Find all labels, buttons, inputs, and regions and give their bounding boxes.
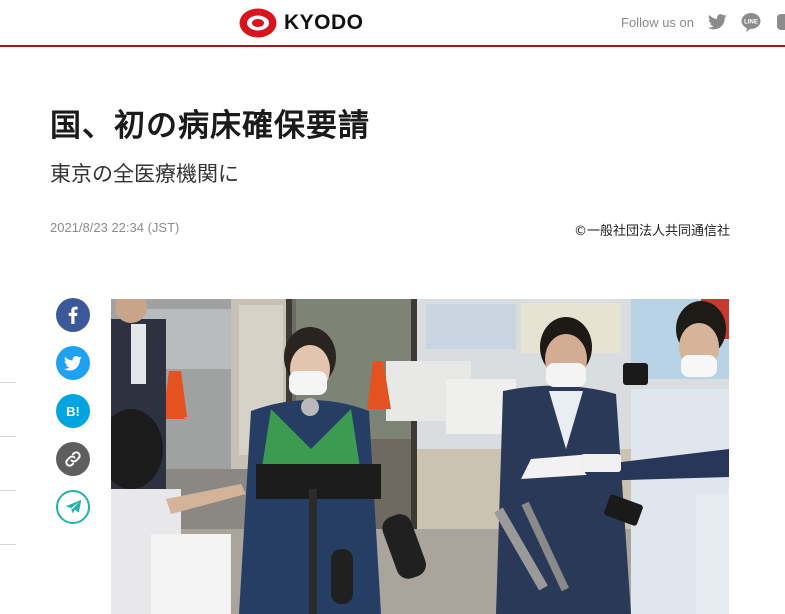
gutter-divider	[0, 544, 16, 545]
facebook-icon	[68, 306, 78, 324]
article-datetime: 2021/8/23 22:34 (JST)	[50, 220, 180, 235]
link-icon	[65, 451, 81, 467]
header-rule	[0, 45, 785, 47]
line-icon[interactable]: LINE	[741, 12, 761, 32]
svg-text:LINE: LINE	[744, 20, 758, 26]
save-icon	[65, 499, 81, 514]
share-twitter-button[interactable]	[56, 346, 90, 380]
gutter-divider	[0, 436, 16, 437]
kyodo-logo-mark	[239, 8, 277, 38]
logo-text: KYODO	[284, 11, 364, 34]
twitter-icon[interactable]	[708, 14, 727, 30]
follow-bar: Follow us on LINE	[621, 10, 785, 34]
gutter-divider	[0, 382, 16, 383]
kyodo-logo[interactable]: KYODO	[239, 8, 364, 38]
site-header: KYODO Follow us on LINE	[0, 0, 785, 45]
twitter-icon	[64, 355, 82, 370]
copy-link-button[interactable]	[56, 442, 90, 476]
share-facebook-button[interactable]	[56, 298, 90, 332]
article-photo[interactable]	[111, 299, 729, 614]
save-article-button[interactable]	[56, 490, 90, 524]
hatena-bookmark-icon: B!	[66, 403, 80, 419]
article-title: 国、初の病床確保要請	[50, 108, 370, 144]
gutter-divider	[0, 490, 16, 491]
share-hatena-button[interactable]: B!	[56, 394, 90, 428]
more-icon[interactable]	[775, 12, 785, 32]
article-subtitle: 東京の全医療機関に	[50, 162, 239, 186]
article-credit: ©一般社団法人共同通信社	[573, 224, 730, 239]
press-conference-photo	[111, 299, 729, 614]
follow-label: Follow us on	[621, 14, 694, 30]
